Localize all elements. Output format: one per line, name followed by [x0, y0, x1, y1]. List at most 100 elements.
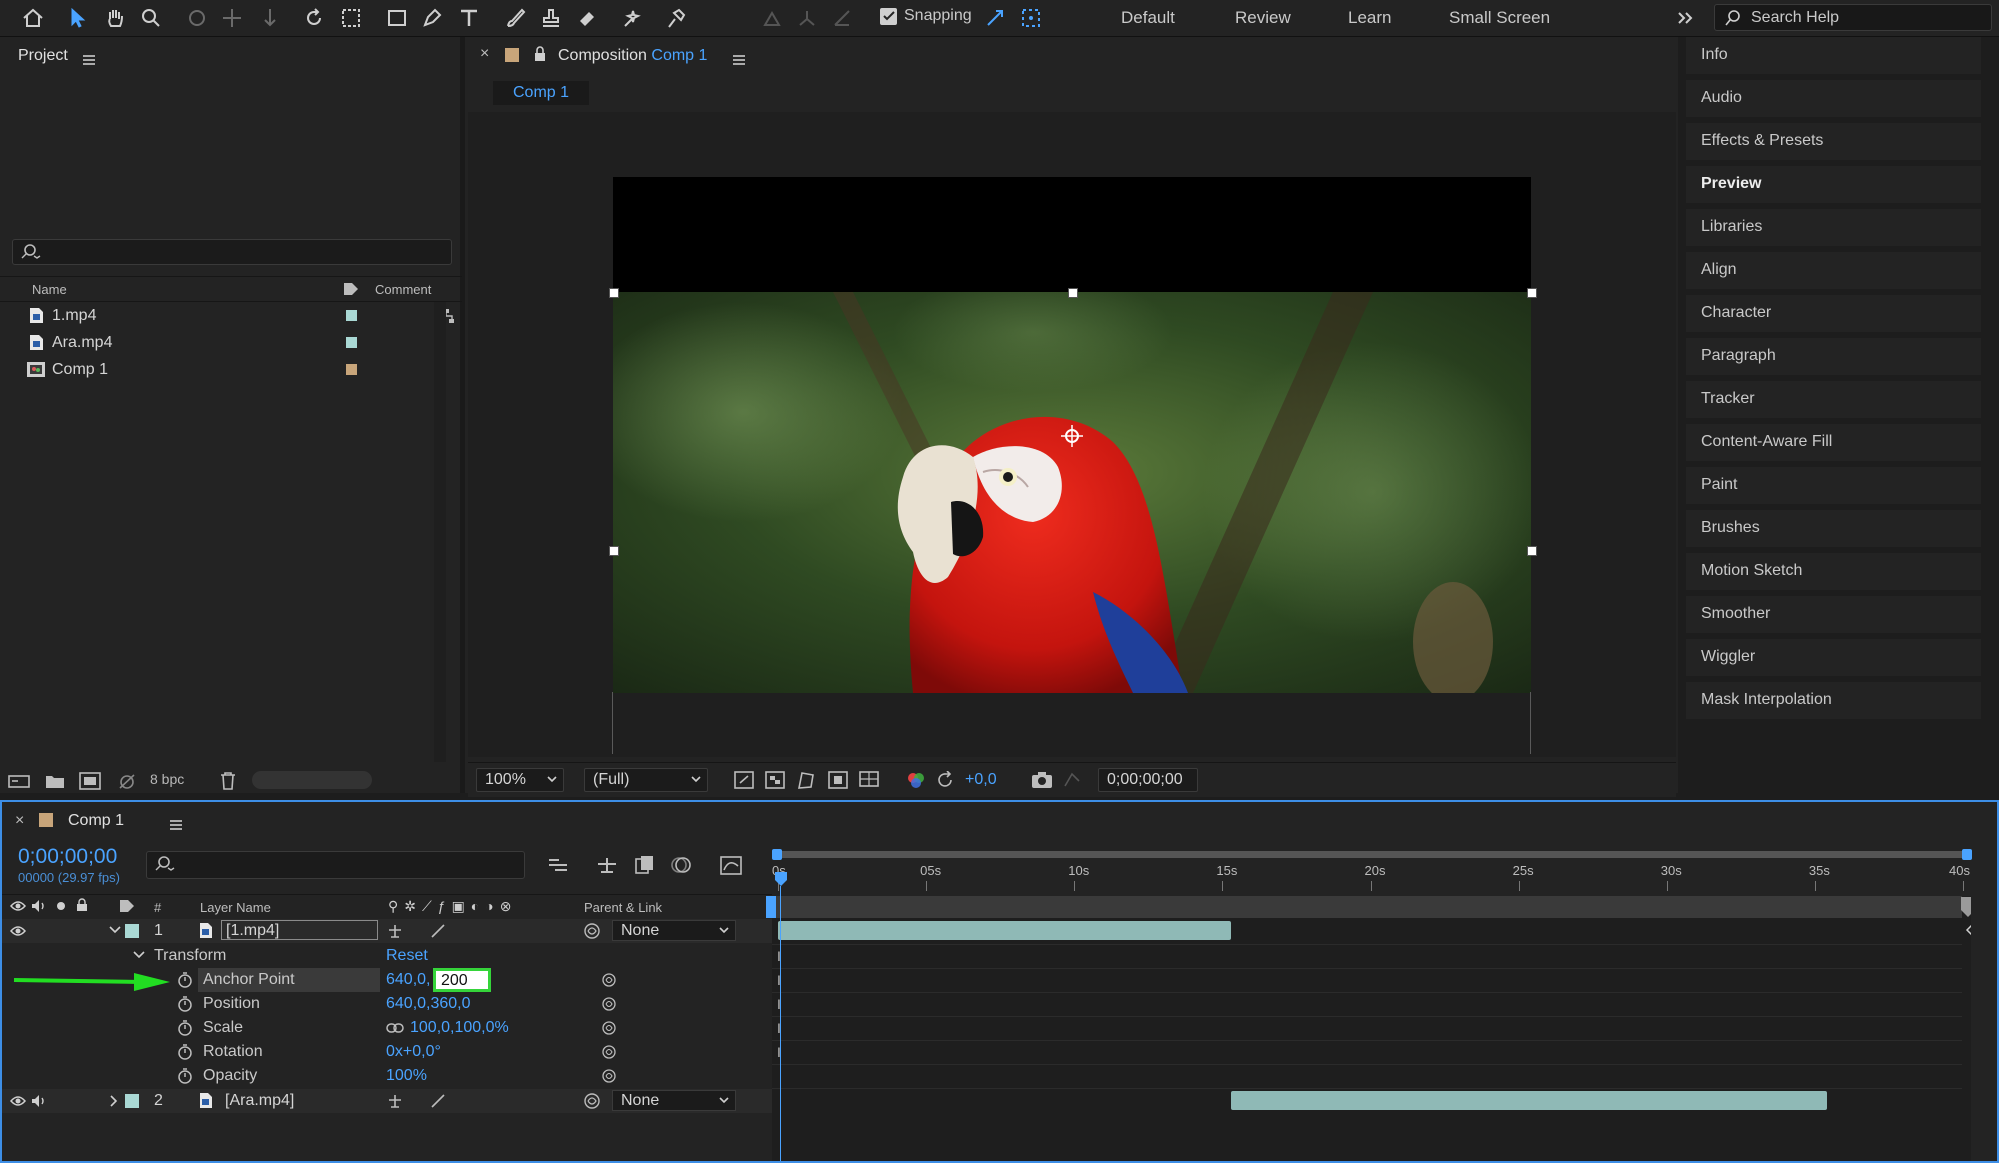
layer-name-field[interactable]: [1.mp4] — [221, 920, 378, 940]
layer-row-1[interactable]: 1 [1.mp4] None — [2, 919, 772, 943]
layer-label-swatch[interactable] — [125, 924, 139, 938]
column-name[interactable]: Name — [32, 282, 67, 297]
layer-transform-handle[interactable] — [609, 546, 619, 556]
zoom-dropdown[interactable]: 100% — [476, 768, 564, 792]
orbit-camera-icon[interactable] — [183, 4, 211, 32]
panel-motion-sketch[interactable]: Motion Sketch — [1686, 553, 1981, 593]
scale-value[interactable]: 100,0,100,0% — [410, 1019, 509, 1037]
layer-label-swatch[interactable] — [125, 1094, 139, 1108]
chevron-down-icon[interactable] — [133, 951, 145, 959]
stopwatch-icon[interactable] — [177, 1044, 193, 1060]
project-item-1mp4[interactable]: 1.mp4 — [0, 302, 454, 329]
color-channels-icon[interactable] — [906, 771, 926, 789]
search-help-field[interactable]: Search Help — [1714, 4, 1992, 31]
bit-depth-button[interactable]: 8 bpc — [150, 771, 184, 787]
panel-brushes[interactable]: Brushes — [1686, 510, 1981, 550]
double-chevron-right-icon[interactable] — [1672, 4, 1700, 32]
parrot-footage-frame[interactable] — [613, 292, 1531, 693]
layer-name[interactable]: [Ara.mp4] — [225, 1092, 294, 1110]
pick-whip-icon[interactable] — [601, 996, 617, 1012]
time-navigator[interactable] — [772, 851, 1972, 858]
transform-group[interactable]: Transform Reset — [2, 944, 772, 968]
pick-whip-icon[interactable] — [601, 1044, 617, 1060]
exposure-value[interactable]: +0,0 — [965, 771, 997, 789]
interpret-footage-icon[interactable] — [8, 773, 30, 789]
panel-character[interactable]: Character — [1686, 295, 1981, 335]
eye-icon[interactable] — [10, 1095, 26, 1107]
comp-mini-flowchart-icon[interactable] — [547, 856, 571, 874]
reset-exposure-icon[interactable] — [936, 771, 956, 789]
project-item-comp1[interactable]: Comp 1 — [0, 356, 434, 383]
motion-blur-icon[interactable] — [670, 854, 692, 876]
new-composition-icon[interactable] — [79, 772, 101, 790]
project-settings-icon[interactable] — [116, 772, 138, 790]
column-parent-link[interactable]: Parent & Link — [584, 900, 662, 915]
panel-info[interactable]: Info — [1686, 37, 1981, 77]
clone-stamp-tool-icon[interactable] — [537, 4, 565, 32]
snap-edges-icon[interactable] — [981, 4, 1009, 32]
column-layer-name[interactable]: Layer Name — [200, 900, 271, 915]
layer-row-2[interactable]: 2 [Ara.mp4] None — [2, 1089, 772, 1113]
panel-align[interactable]: Align — [1686, 252, 1981, 292]
quality-switch-icon[interactable] — [430, 923, 446, 939]
hand-tool-icon[interactable] — [101, 4, 129, 32]
label-tag-icon[interactable] — [343, 282, 359, 296]
panel-mask-interpolation[interactable]: Mask Interpolation — [1686, 682, 1981, 722]
graph-editor-icon[interactable] — [719, 854, 743, 876]
label-swatch[interactable] — [346, 337, 357, 348]
rectangle-tool-icon[interactable] — [383, 4, 411, 32]
property-position[interactable]: Position 640,0,360,0 — [2, 992, 772, 1016]
stopwatch-icon[interactable] — [177, 1020, 193, 1036]
parent-dropdown[interactable]: None — [612, 1090, 736, 1111]
opacity-value[interactable]: 100% — [386, 1067, 427, 1085]
composition-name[interactable]: Comp 1 — [651, 47, 707, 64]
label-swatch[interactable] — [346, 310, 357, 321]
chevron-down-icon[interactable] — [109, 926, 121, 934]
roto-brush-tool-icon[interactable] — [618, 4, 646, 32]
anchor-point-x-value[interactable]: 640,0, — [386, 971, 430, 989]
panel-tracker[interactable]: Tracker — [1686, 381, 1981, 421]
eraser-tool-icon[interactable] — [573, 4, 601, 32]
mask-visibility-icon[interactable] — [796, 771, 816, 789]
panel-smoother[interactable]: Smoother — [1686, 596, 1981, 636]
lock-icon[interactable] — [533, 46, 547, 62]
project-scrollbar[interactable] — [434, 302, 446, 762]
rotation-value[interactable]: 0x+0,0° — [386, 1043, 441, 1061]
work-area-start-handle[interactable] — [766, 896, 776, 918]
pick-whip-icon[interactable] — [583, 922, 601, 940]
selection-tool-icon[interactable] — [64, 4, 92, 32]
pick-whip-icon[interactable] — [601, 1068, 617, 1084]
new-folder-icon[interactable] — [45, 773, 65, 789]
project-search-input[interactable] — [12, 239, 452, 265]
stopwatch-icon[interactable] — [177, 1068, 193, 1084]
rotation-tool-icon[interactable] — [300, 4, 328, 32]
layer-2-duration-bar[interactable] — [1231, 1091, 1827, 1110]
puppet-pin-tool-icon[interactable] — [662, 4, 690, 32]
fast-previews-icon[interactable] — [734, 771, 754, 789]
column-comment[interactable]: Comment — [375, 282, 431, 297]
stopwatch-icon[interactable] — [177, 996, 193, 1012]
thumbnail-slider[interactable] — [252, 771, 372, 789]
timeline-search-input[interactable] — [146, 851, 525, 879]
playhead[interactable] — [775, 872, 787, 888]
position-value[interactable]: 640,0,360,0 — [386, 995, 471, 1013]
eye-icon[interactable] — [10, 925, 26, 937]
transparency-grid-icon[interactable] — [765, 771, 785, 789]
panel-audio[interactable]: Audio — [1686, 80, 1981, 120]
time-ruler[interactable]: 0s 05s 10s 15s 20s 25s 30s 35s 40s — [772, 843, 1972, 893]
brush-tool-icon[interactable] — [501, 4, 529, 32]
layer-1-duration-bar[interactable] — [778, 921, 1232, 940]
layer-transform-handle[interactable] — [1527, 546, 1537, 556]
show-snapshot-icon[interactable] — [1062, 771, 1082, 789]
panel-paint[interactable]: Paint — [1686, 467, 1981, 507]
panel-wiggler[interactable]: Wiggler — [1686, 639, 1981, 679]
close-timeline-tab-icon[interactable]: × — [15, 812, 24, 830]
snapshot-camera-icon[interactable] — [1031, 771, 1053, 789]
property-opacity[interactable]: Opacity 100% — [2, 1064, 772, 1088]
constrain-proportions-link-icon[interactable] — [386, 1022, 404, 1034]
trash-icon[interactable] — [220, 772, 236, 790]
pen-tool-icon[interactable] — [418, 4, 446, 32]
workspace-small-screen[interactable]: Small Screen — [1449, 8, 1550, 28]
layer-transform-handle[interactable] — [1527, 288, 1537, 298]
panel-paragraph[interactable]: Paragraph — [1686, 338, 1981, 378]
